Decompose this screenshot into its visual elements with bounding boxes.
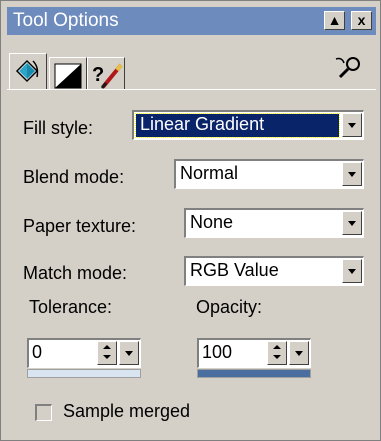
arrow-up-icon[interactable]: [273, 345, 281, 349]
chevron-down-icon[interactable]: [342, 113, 362, 137]
tolerance-slider-toggle[interactable]: [119, 341, 139, 365]
opacity-field[interactable]: 100: [197, 338, 311, 368]
fill-style-value: Linear Gradient: [140, 114, 265, 134]
tolerance-value: 0: [32, 342, 43, 362]
chevron-down-icon[interactable]: [342, 259, 362, 283]
paint-bucket-icon: [15, 59, 39, 83]
opacity-slider-toggle[interactable]: [289, 341, 309, 365]
tolerance-label: Tolerance:: [29, 297, 113, 317]
blend-mode-value: Normal: [180, 163, 239, 183]
tab-strip: ?: [7, 37, 376, 91]
arrow-down-icon[interactable]: [103, 355, 111, 359]
paper-texture-label: Paper texture:: [23, 216, 137, 236]
tolerance-stepper[interactable]: [97, 341, 117, 365]
chevron-down-icon[interactable]: [342, 162, 362, 186]
arrow-up-icon[interactable]: [103, 345, 111, 349]
magnifier-icon[interactable]: [334, 55, 364, 81]
title-bar[interactable]: Tool Options ▲ x: [7, 7, 376, 35]
tab-fill[interactable]: [9, 53, 47, 89]
help-brush-icon: ?: [92, 63, 123, 89]
tolerance-slider[interactable]: [27, 369, 141, 378]
options-panel: Fill style: Linear Gradient Blend mode: …: [7, 89, 376, 433]
selection-highlight: Linear Gradient: [135, 113, 340, 138]
fill-style-label: Fill style:: [23, 118, 94, 138]
blend-mode-select[interactable]: Normal: [174, 159, 364, 189]
tool-options-palette: Tool Options ▲ x ? Fill style: Linear Gr…: [0, 0, 381, 441]
chevron-down-icon[interactable]: [342, 211, 362, 235]
blend-mode-label: Blend mode:: [23, 167, 125, 187]
arrow-down-icon[interactable]: [273, 355, 281, 359]
match-mode-label: Match mode:: [23, 263, 128, 283]
opacity-label: Opacity:: [196, 297, 263, 317]
tolerance-field[interactable]: 0: [27, 338, 141, 368]
collapse-button[interactable]: ▲: [324, 11, 345, 30]
svg-text:?: ?: [92, 64, 104, 86]
sample-merged-checkbox[interactable]: [35, 404, 52, 421]
tab-help-brush[interactable]: ?: [87, 57, 125, 91]
fill-style-select[interactable]: Linear Gradient: [132, 110, 364, 140]
tab-gradient[interactable]: [49, 57, 87, 91]
sample-merged-label[interactable]: Sample merged: [63, 401, 190, 422]
opacity-slider[interactable]: [197, 369, 311, 378]
match-mode-select[interactable]: RGB Value: [184, 256, 364, 286]
paper-texture-select[interactable]: None: [184, 208, 364, 238]
close-button[interactable]: x: [351, 11, 372, 30]
opacity-stepper[interactable]: [267, 341, 287, 365]
match-mode-value: RGB Value: [190, 260, 279, 280]
paper-texture-value: None: [190, 212, 234, 232]
gradient-icon: [54, 63, 82, 89]
window-title: Tool Options: [13, 10, 119, 31]
opacity-value: 100: [202, 342, 233, 362]
